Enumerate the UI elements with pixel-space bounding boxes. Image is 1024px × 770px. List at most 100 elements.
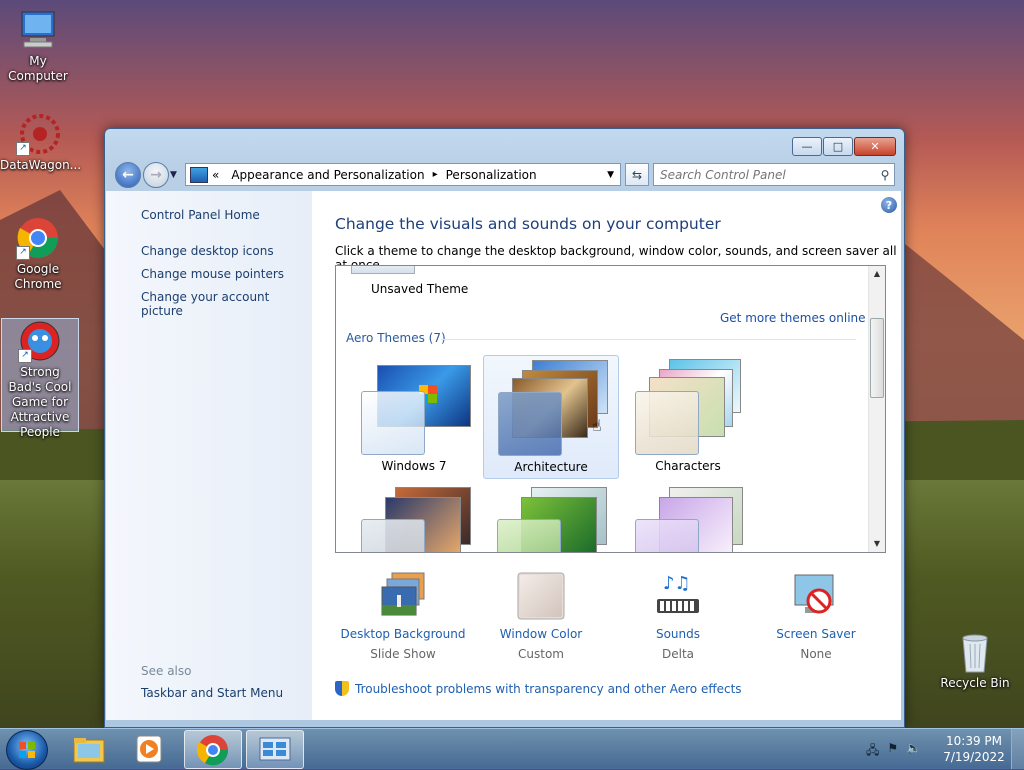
theme-list-scrollbar[interactable]: ▲ ▼ (868, 266, 885, 552)
desktop-background-link[interactable]: Desktop Background (338, 627, 468, 641)
desktop-icon-datawagon[interactable]: ↗ DataWagon... (0, 112, 81, 173)
sounds-item[interactable]: ♪♫ Sounds Delta (613, 571, 743, 661)
clock[interactable]: 10:39 PM 7/19/2022 (932, 733, 1016, 765)
theme-label: Characters (655, 459, 721, 473)
shortcut-arrow-icon: ↗ (18, 349, 32, 363)
page-title: Change the visuals and sounds on your co… (335, 215, 721, 233)
address-overflow-chevron[interactable]: « (212, 168, 219, 182)
theme-list[interactable]: Unsaved Theme Get more themes online Aer… (335, 265, 886, 553)
desktop-icon-strong-bad-game[interactable]: ↗ Strong Bad's Cool Game for Attractive … (1, 318, 79, 439)
unsaved-theme-label[interactable]: Unsaved Theme (371, 282, 468, 296)
desktop-icon-my-computer[interactable]: My Computer (0, 8, 76, 84)
aero-themes-header: Aero Themes (7) (346, 331, 446, 345)
windows-7-thumbnail (347, 355, 481, 455)
theme-nature[interactable] (483, 487, 617, 552)
taskbar: 🖧 ⚑ 🔈 10:39 PM 7/19/2022 (0, 728, 1024, 770)
show-desktop-button[interactable] (1011, 729, 1024, 769)
control-panel-home-link[interactable]: Control Panel Home (141, 208, 260, 222)
game-icon: ↗ (18, 319, 62, 363)
scroll-thumb[interactable] (870, 318, 884, 398)
screen-saver-item[interactable]: Screen Saver None (751, 571, 881, 661)
taskbar-control-panel[interactable] (246, 730, 304, 769)
breadcrumb-separator-icon[interactable]: ▸ (433, 169, 438, 180)
theme-label: Architecture (514, 460, 588, 474)
forward-button[interactable]: → (143, 162, 169, 188)
change-account-picture-link[interactable]: Change your account picture (141, 290, 312, 318)
sounds-value: Delta (661, 647, 694, 661)
clock-date: 7/19/2022 (943, 750, 1005, 764)
taskbar-media-player[interactable] (121, 730, 177, 767)
control-panel-icon (259, 737, 291, 760)
back-button[interactable]: ← (115, 162, 141, 188)
shortcut-arrow-icon: ↗ (16, 246, 30, 260)
shortcut-arrow-icon: ↗ (16, 142, 30, 156)
section-divider (441, 339, 856, 340)
characters-thumbnail (621, 355, 755, 455)
close-button[interactable]: ✕ (854, 137, 896, 156)
change-mouse-pointers-link[interactable]: Change mouse pointers (141, 267, 284, 281)
recent-pages-dropdown-icon[interactable]: ▼ (170, 170, 177, 180)
taskbar-explorer[interactable] (61, 730, 117, 767)
address-dropdown-icon[interactable]: ▼ (607, 170, 614, 180)
screen-saver-icon (791, 571, 841, 621)
window-color-link[interactable]: Window Color (476, 627, 606, 641)
svg-text:♪♫: ♪♫ (663, 573, 691, 594)
action-center-icon[interactable]: ⚑ (887, 741, 898, 762)
help-icon[interactable]: ? (881, 197, 897, 213)
caption-buttons: — □ ✕ (791, 137, 896, 156)
desktop-background-icon (378, 571, 428, 621)
scroll-down-icon[interactable]: ▼ (869, 536, 885, 552)
refresh-button[interactable]: ⇆ (625, 163, 649, 186)
scroll-up-icon[interactable]: ▲ (869, 266, 885, 282)
address-bar[interactable]: « Appearance and Personalization ▸ Perso… (185, 163, 621, 186)
sounds-link[interactable]: Sounds (613, 627, 743, 641)
theme-label: Windows 7 (381, 459, 447, 473)
datawagon-icon: ↗ (16, 112, 60, 156)
start-button[interactable] (6, 730, 48, 770)
network-icon[interactable]: 🖧 (866, 741, 879, 762)
breadcrumb-personalization[interactable]: Personalization (446, 168, 537, 182)
sounds-icon: ♪♫ (653, 571, 703, 621)
window-color-item[interactable]: Window Color Custom (476, 571, 606, 661)
architecture-thumbnail (484, 356, 618, 456)
see-also-label: See also (141, 664, 192, 678)
desktop-icon-recycle-bin[interactable]: Recycle Bin (937, 630, 1013, 691)
desktop-icon-chrome[interactable]: ↗ Google Chrome (0, 216, 76, 292)
refresh-icon: ⇆ (631, 167, 643, 182)
system-tray: 🖧 ⚑ 🔈 (866, 741, 921, 762)
window-color-icon (516, 571, 566, 621)
taskbar-chrome[interactable] (184, 730, 242, 769)
search-box[interactable]: ⚲ (653, 163, 895, 186)
change-desktop-icons-link[interactable]: Change desktop icons (141, 244, 274, 258)
desktop-background-value: Slide Show (370, 647, 436, 661)
theme-landscapes[interactable] (347, 487, 481, 552)
theme-scenes[interactable] (621, 487, 755, 552)
chrome-icon (196, 734, 229, 765)
clock-time: 10:39 PM (946, 734, 1002, 748)
screen-saver-link[interactable]: Screen Saver (751, 627, 881, 641)
personalization-window: — □ ✕ ← → ▼ « Appearance and Personaliza… (104, 128, 905, 728)
volume-icon[interactable]: 🔈 (906, 741, 921, 762)
screen-saver-value: None (800, 647, 832, 661)
desktop-background-item[interactable]: Desktop Background Slide Show (338, 571, 468, 661)
search-icon[interactable]: ⚲ (876, 168, 894, 182)
maximize-button[interactable]: □ (823, 137, 853, 156)
theme-windows-7[interactable]: Windows 7 (347, 355, 481, 477)
taskbar-start-menu-link[interactable]: Taskbar and Start Menu (141, 686, 283, 700)
troubleshoot-link[interactable]: Troubleshoot problems with transparency … (335, 681, 742, 696)
recycle-bin-icon (953, 630, 997, 674)
window-color-value: Custom (518, 647, 564, 661)
theme-characters[interactable]: Characters (621, 355, 755, 477)
cursor-hand-icon: ☝ (592, 416, 602, 435)
theme-architecture[interactable]: ☝ Architecture (483, 355, 619, 479)
get-more-themes-link[interactable]: Get more themes online (720, 311, 866, 325)
minimize-button[interactable]: — (792, 137, 822, 156)
media-player-icon (136, 735, 162, 762)
chrome-icon: ↗ (16, 216, 60, 260)
search-input[interactable] (654, 166, 876, 183)
control-panel-icon (190, 166, 208, 183)
breadcrumb-appearance[interactable]: Appearance and Personalization (231, 168, 424, 182)
unsaved-theme-thumbnail[interactable] (351, 266, 415, 274)
explorer-icon (73, 737, 105, 762)
troubleshoot-link-label: Troubleshoot problems with transparency … (355, 681, 742, 696)
